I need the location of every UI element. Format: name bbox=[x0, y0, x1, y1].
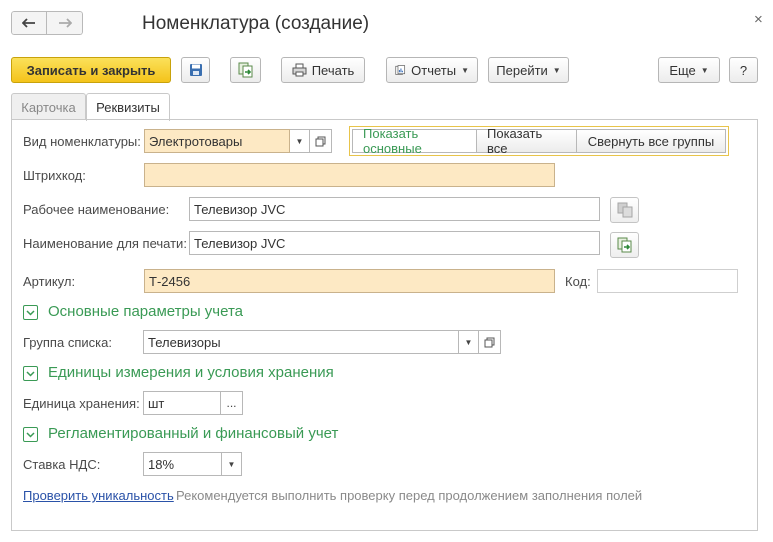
chevron-down-icon: ▼ bbox=[461, 65, 469, 75]
group-label: Группа списка: bbox=[23, 335, 112, 350]
section-finance-title[interactable]: Регламентированный и финансовый учет bbox=[48, 425, 338, 442]
copy-name-button[interactable] bbox=[610, 197, 639, 223]
kind-open-button[interactable] bbox=[310, 129, 332, 153]
chevron-down-icon bbox=[26, 309, 35, 316]
section-units-title[interactable]: Единицы измерения и условия хранения bbox=[48, 364, 334, 381]
print-name-field[interactable]: Телевизор JVC bbox=[189, 231, 600, 255]
show-main-button[interactable]: Показать основные bbox=[352, 126, 477, 156]
goto-label: Перейти bbox=[496, 62, 548, 78]
kind-field[interactable]: Электротовары bbox=[144, 129, 290, 153]
window-title: Номенклатура (создание) bbox=[142, 13, 370, 34]
kind-dropdown-button[interactable]: ▼ bbox=[290, 129, 310, 153]
save-button[interactable] bbox=[181, 57, 210, 83]
save-and-close-button[interactable]: Записать и закрыть bbox=[11, 57, 171, 83]
open-form-icon bbox=[484, 337, 495, 347]
printer-icon bbox=[292, 63, 307, 77]
group-field[interactable]: Телевизоры bbox=[143, 330, 459, 354]
barcode-field[interactable] bbox=[144, 163, 555, 187]
unit-field[interactable]: шт bbox=[143, 391, 221, 415]
copy-icon bbox=[617, 202, 632, 218]
section-units-toggle[interactable] bbox=[23, 366, 38, 381]
more-button[interactable]: Еще ▼ bbox=[658, 57, 720, 83]
group-dropdown-button[interactable]: ▼ bbox=[459, 330, 479, 354]
chevron-down-icon bbox=[26, 370, 35, 377]
tab-details[interactable]: Реквизиты bbox=[86, 93, 170, 121]
check-uniqueness-link[interactable]: Проверить уникальность bbox=[23, 488, 174, 503]
section-accounting-title[interactable]: Основные параметры учета bbox=[48, 303, 243, 320]
fill-print-name-button[interactable] bbox=[610, 232, 639, 258]
article-label: Артикул: bbox=[23, 274, 76, 289]
print-name-label: Наименование для печати: bbox=[23, 236, 187, 251]
arrow-right-icon bbox=[58, 18, 72, 28]
chevron-down-icon: ▼ bbox=[700, 65, 709, 75]
code-field[interactable] bbox=[597, 269, 738, 293]
view-switch: Показать основные Показать все Свернуть … bbox=[349, 126, 729, 156]
print-label: Печать bbox=[311, 62, 355, 78]
uniqueness-hint: Рекомендуется выполнить проверку перед п… bbox=[176, 488, 643, 503]
nav-buttons bbox=[11, 11, 83, 35]
document-arrow-icon bbox=[617, 237, 631, 253]
vat-dropdown-button[interactable]: ▼ bbox=[222, 452, 242, 476]
chevron-down-icon: ▼ bbox=[227, 459, 236, 469]
chevron-down-icon: ▼ bbox=[295, 136, 304, 146]
reports-button[interactable]: Отчеты ▼ bbox=[386, 57, 478, 83]
section-accounting-toggle[interactable] bbox=[23, 305, 38, 320]
document-arrow-icon bbox=[238, 62, 252, 78]
vat-field[interactable]: 18% bbox=[143, 452, 222, 476]
unit-select-button[interactable]: ... bbox=[221, 391, 243, 415]
more-label: Еще bbox=[669, 62, 696, 78]
print-button[interactable]: Печать bbox=[281, 57, 365, 83]
arrow-left-icon bbox=[22, 18, 35, 28]
reports-icon bbox=[395, 65, 406, 75]
floppy-disk-icon bbox=[189, 64, 202, 76]
collapse-all-button[interactable]: Свернуть все группы bbox=[577, 129, 726, 153]
show-all-button[interactable]: Показать все bbox=[477, 126, 577, 156]
goto-button[interactable]: Перейти ▼ bbox=[488, 57, 569, 83]
close-button[interactable]: × bbox=[754, 11, 763, 28]
chevron-down-icon: ▼ bbox=[552, 65, 561, 75]
section-finance-toggle[interactable] bbox=[23, 427, 38, 442]
reports-label: Отчеты bbox=[411, 62, 457, 78]
chevron-down-icon bbox=[26, 431, 35, 438]
vat-label: Ставка НДС: bbox=[23, 457, 101, 472]
work-name-field[interactable]: Телевизор JVC bbox=[189, 197, 600, 221]
unit-label: Единица хранения: bbox=[23, 396, 140, 411]
article-field[interactable]: Т-2456 bbox=[144, 269, 555, 293]
open-form-icon bbox=[315, 136, 326, 146]
code-label: Код: bbox=[565, 274, 591, 289]
kind-label: Вид номенклатуры: bbox=[23, 134, 141, 149]
group-open-button[interactable] bbox=[479, 330, 501, 354]
forward-button[interactable] bbox=[47, 11, 83, 35]
barcode-label: Штрихкод: bbox=[23, 168, 86, 183]
post-document-button[interactable] bbox=[230, 57, 261, 83]
chevron-down-icon: ▼ bbox=[464, 337, 473, 347]
close-icon: × bbox=[754, 11, 763, 28]
tab-card[interactable]: Карточка bbox=[11, 93, 86, 120]
work-name-label: Рабочее наименование: bbox=[23, 202, 170, 217]
help-button[interactable]: ? bbox=[729, 57, 758, 83]
back-button[interactable] bbox=[11, 11, 47, 35]
